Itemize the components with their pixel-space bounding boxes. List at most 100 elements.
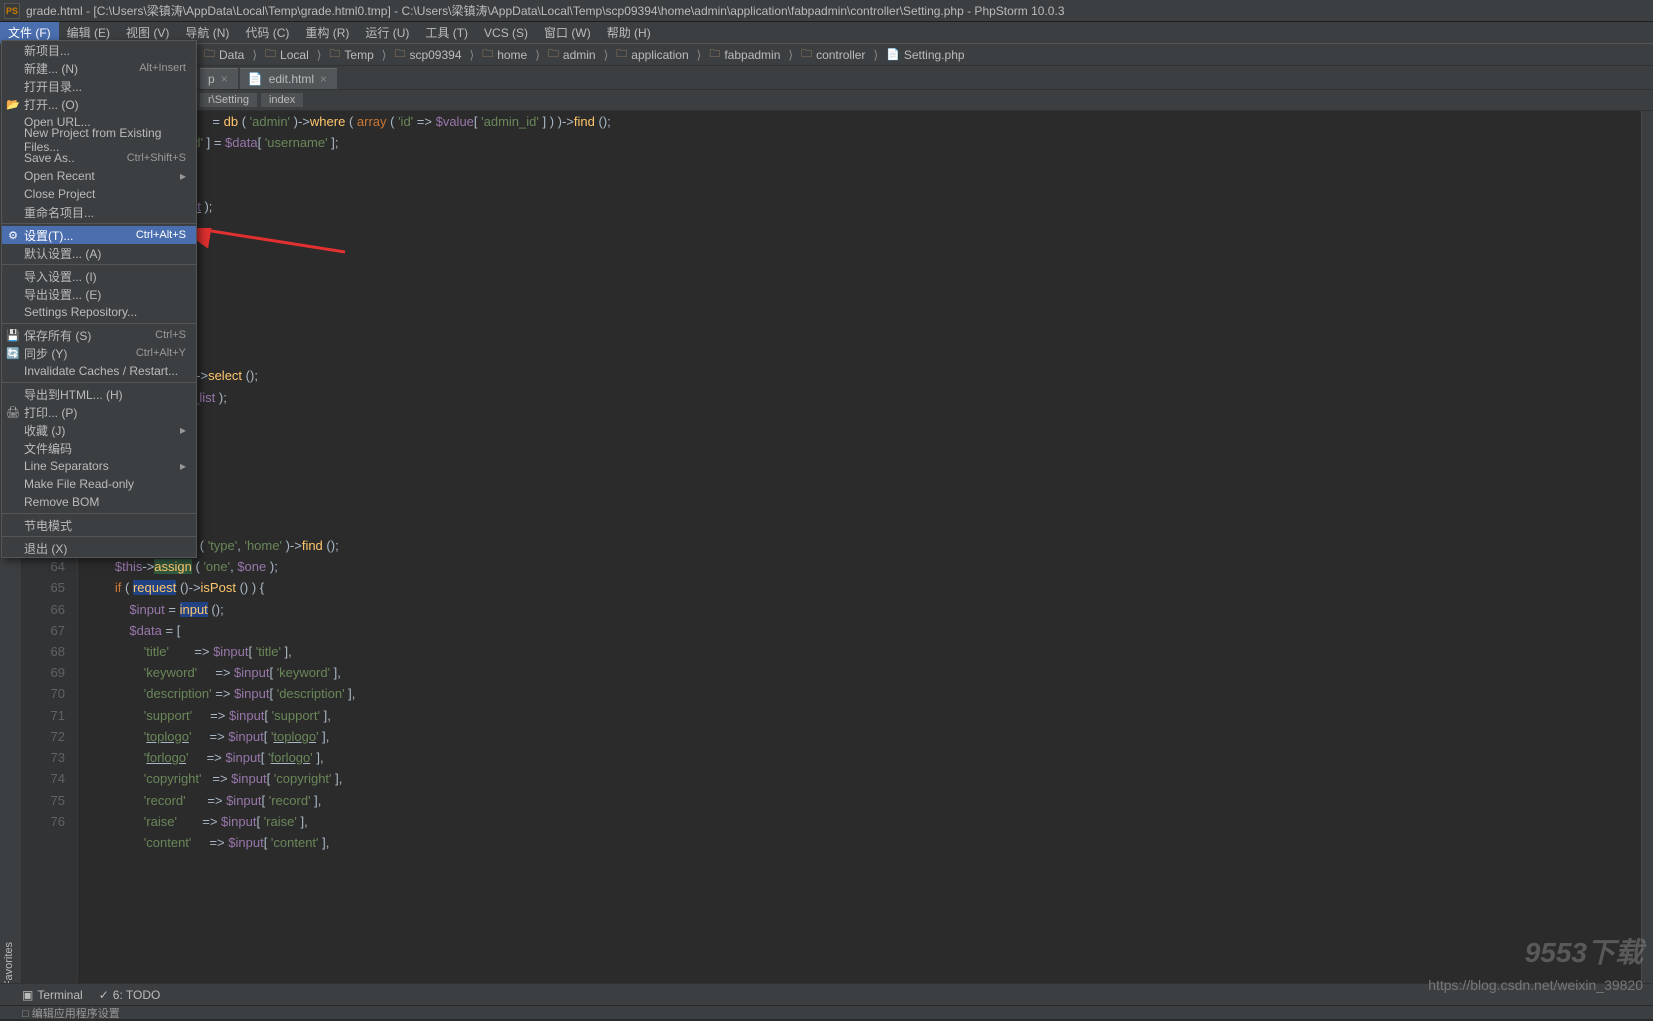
folder-icon: 🗀	[329, 45, 340, 64]
folder-icon: 🗀	[482, 45, 493, 64]
file-menu-item[interactable]: 退出 (X)	[2, 539, 196, 557]
breadcrumb-item[interactable]: 🗀application	[612, 45, 705, 64]
menu-help[interactable]: 帮助 (H)	[599, 22, 659, 43]
menu-item-label: 打印... (P)	[24, 404, 77, 421]
file-menu-item[interactable]: 新建... (N) Alt+Insert	[2, 59, 196, 77]
menu-item-icon: 🖨	[6, 406, 20, 419]
file-menu-item[interactable]: 导出到HTML... (H)	[2, 385, 196, 403]
file-menu-item[interactable]: Open Recent	[2, 167, 196, 185]
menu-shortcut: Alt+Insert	[139, 62, 186, 74]
file-menu-item[interactable]: ⚙设置(T)...Ctrl+Alt+S	[2, 226, 196, 244]
folder-icon: 🗀	[801, 45, 812, 64]
breadcrumb-item[interactable]: 🗀home	[478, 45, 544, 64]
menu-item-label: 导出到HTML... (H)	[24, 386, 123, 403]
breadcrumb-item[interactable]: 🗀scp09394	[390, 45, 478, 64]
context-tag[interactable]: index	[261, 93, 303, 107]
html-file-icon: 📄	[248, 72, 263, 86]
todo-icon: ✓	[99, 988, 109, 1002]
file-menu-item[interactable]: 📂打开... (O)	[2, 95, 196, 113]
editor-tab[interactable]: 📄edit.html×	[240, 68, 337, 89]
window-title: grade.html - [C:\Users\梁镇涛\AppData\Local…	[26, 2, 1065, 19]
menu-item-label: 保存所有 (S)	[24, 327, 91, 344]
menu-item-label: Open Recent	[24, 169, 95, 183]
bottom-tool-bar: ▣Terminal ✓6: TODO	[0, 983, 1653, 1005]
todo-toolwindow-button[interactable]: ✓6: TODO	[99, 988, 161, 1002]
watermark-url: https://blog.csdn.net/weixin_39820	[1428, 977, 1643, 993]
menu-item-label: 导入设置... (I)	[24, 268, 97, 285]
menu-code[interactable]: 代码 (C)	[237, 22, 297, 43]
menu-item-label: 打开目录...	[24, 78, 82, 95]
php-file-icon: 📄	[886, 48, 900, 61]
file-menu-item[interactable]: 默认设置... (A)	[2, 244, 196, 262]
file-menu-item[interactable]: Remove BOM	[2, 493, 196, 511]
menu-item-label: 文件编码	[24, 440, 72, 457]
folder-icon: 🗀	[709, 45, 720, 64]
file-menu-item[interactable]: 🔄同步 (Y)Ctrl+Alt+Y	[2, 344, 196, 362]
code-content[interactable]: = db ( 'admin' )->where ( array ( 'id' =…	[78, 111, 1641, 994]
folder-icon: 🗀	[548, 45, 559, 64]
breadcrumb-item[interactable]: 🗀admin	[544, 45, 612, 64]
menu-refactor[interactable]: 重构 (R)	[297, 22, 357, 43]
menu-item-label: Settings Repository...	[24, 305, 137, 319]
right-error-strip	[1641, 111, 1653, 994]
menu-item-label: 节电模式	[24, 517, 72, 534]
file-menu-item[interactable]: 导出设置... (E)	[2, 285, 196, 303]
file-menu-item[interactable]: 节电模式	[2, 516, 196, 534]
code-context-bar: r\Setting index	[0, 90, 1653, 111]
menu-item-label: 同步 (Y)	[24, 345, 67, 362]
file-menu-item[interactable]: Save As..Ctrl+Shift+S	[2, 149, 196, 167]
file-menu-item[interactable]: 打开目录...	[2, 77, 196, 95]
app-icon: PS	[4, 3, 20, 19]
folder-icon: 🗀	[204, 45, 215, 64]
file-menu-item[interactable]: New Project from Existing Files...	[2, 131, 196, 149]
breadcrumb-item[interactable]: 🗀Data	[200, 45, 261, 64]
file-menu-dropdown: 新项目...新建... (N) Alt+Insert 打开目录...📂打开... (…	[1, 40, 197, 558]
context-tag[interactable]: r\Setting	[200, 93, 257, 107]
status-text: □ 编辑应用程序设置	[22, 1005, 120, 1021]
file-menu-item[interactable]: Close Project	[2, 185, 196, 203]
close-icon[interactable]: ×	[320, 72, 327, 86]
menu-vcs[interactable]: VCS (S)	[476, 24, 536, 42]
close-icon[interactable]: ×	[221, 72, 228, 86]
file-menu-item[interactable]: 收藏 (J)	[2, 421, 196, 439]
folder-icon: 🗀	[616, 45, 627, 64]
menu-shortcut: Ctrl+S	[155, 329, 186, 341]
menu-item-label: Line Separators	[24, 459, 109, 473]
file-menu-item[interactable]: Make File Read-only	[2, 475, 196, 493]
file-menu-item[interactable]: 文件编码	[2, 439, 196, 457]
menu-item-icon: ⚙	[6, 229, 20, 242]
breadcrumb-item[interactable]: 🗀Local	[261, 45, 325, 64]
editor-tab[interactable]: p×	[200, 68, 238, 89]
file-menu-item[interactable]: 🖨 打印... (P)	[2, 403, 196, 421]
titlebar: PS grade.html - [C:\Users\梁镇涛\AppData\Lo…	[0, 0, 1653, 22]
file-menu-item[interactable]: 💾 保存所有 (S) Ctrl+S	[2, 326, 196, 344]
menu-tools[interactable]: 工具 (T)	[417, 22, 476, 43]
status-bar: □ 编辑应用程序设置	[0, 1005, 1653, 1019]
breadcrumb-item[interactable]: 🗀controller	[797, 45, 882, 64]
breadcrumb-item[interactable]: 🗀fabpadmin	[705, 45, 797, 64]
file-menu-item[interactable]: 导入设置... (I)	[2, 267, 196, 285]
menu-run[interactable]: 运行 (U)	[357, 22, 417, 43]
code-editor[interactable]: 6364656667686970717273747576 = db ( 'adm…	[22, 111, 1641, 994]
menu-window[interactable]: 窗口 (W)	[536, 22, 599, 43]
file-menu-item[interactable]: Line Separators	[2, 457, 196, 475]
menu-item-icon: 📂	[6, 98, 20, 111]
breadcrumb-item[interactable]: 🗀Temp	[325, 45, 390, 64]
breadcrumb-item[interactable]: 📄Setting.php	[882, 48, 976, 62]
menu-item-icon: 🔄	[6, 347, 20, 360]
menubar: 文件 (F) 编辑 (E) 视图 (V) 导航 (N) 代码 (C) 重构 (R…	[0, 22, 1653, 44]
breadcrumb: 🗀Data 🗀Local 🗀Temp 🗀scp09394 🗀home 🗀admi…	[0, 44, 1653, 66]
menu-item-label: Remove BOM	[24, 495, 99, 509]
file-menu-item[interactable]: Invalidate Caches / Restart...	[2, 362, 196, 380]
file-menu-item[interactable]: 新项目...	[2, 41, 196, 59]
terminal-toolwindow-button[interactable]: ▣Terminal	[22, 988, 83, 1002]
menu-item-label: 重命名项目...	[24, 204, 94, 221]
file-menu-item[interactable]: Settings Repository...	[2, 303, 196, 321]
menu-item-label: Close Project	[24, 187, 95, 201]
file-menu-item[interactable]: 重命名项目...	[2, 203, 196, 221]
menu-item-label: 新项目...	[24, 42, 70, 59]
menu-item-icon: 💾	[6, 329, 20, 342]
menu-shortcut: Ctrl+Alt+S	[136, 229, 186, 241]
menu-shortcut: Ctrl+Shift+S	[127, 152, 186, 164]
menu-item-label: 新建... (N)	[24, 60, 78, 77]
